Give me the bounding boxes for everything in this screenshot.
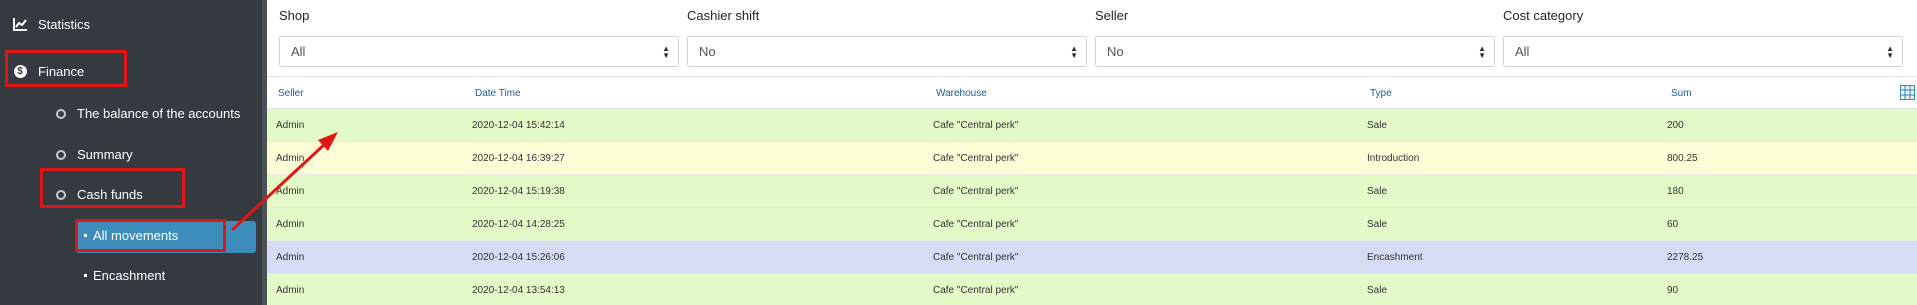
annotation-arrow xyxy=(230,132,338,232)
app-root: Statistics $ Finance The balance of the … xyxy=(0,0,1917,305)
